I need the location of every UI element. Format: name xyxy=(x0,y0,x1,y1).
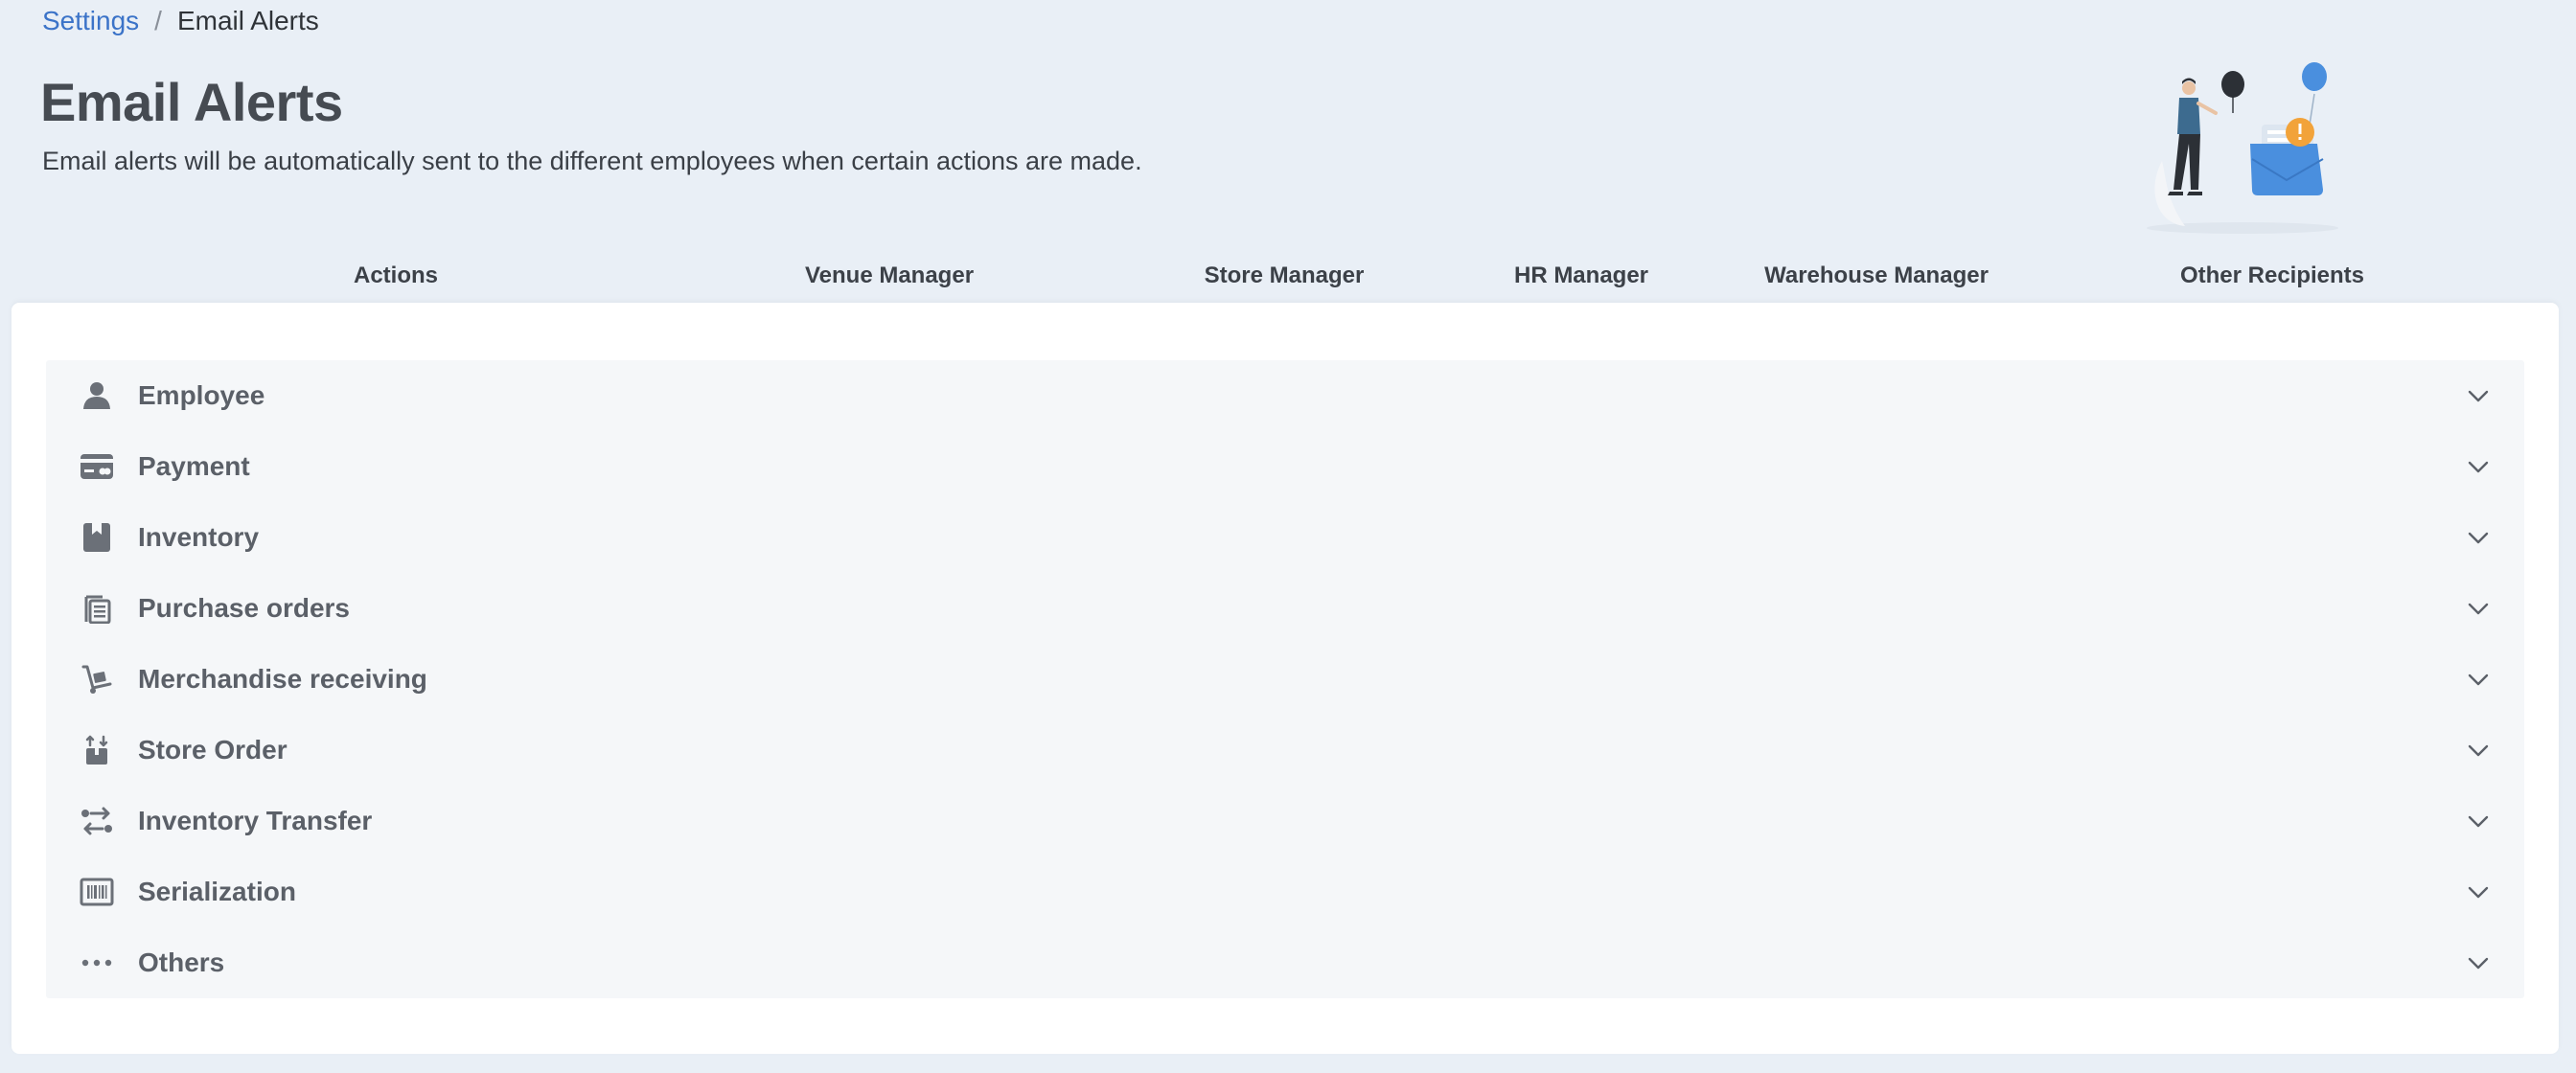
column-headers: Actions Venue Manager Store Manager HR M… xyxy=(0,259,2576,297)
accordion-label: Merchandise receiving xyxy=(138,664,427,694)
column-actions[interactable]: Actions xyxy=(354,259,438,293)
accordion-label: Serialization xyxy=(138,877,296,906)
documents-icon xyxy=(79,593,115,624)
chevron-down-icon xyxy=(2468,815,2489,828)
accordion-inventory[interactable]: Inventory xyxy=(46,502,2524,573)
column-other-recipients[interactable]: Other Recipients xyxy=(2180,259,2364,293)
chevron-down-icon xyxy=(2468,603,2489,615)
barcode-icon xyxy=(79,877,115,907)
column-hr-manager[interactable]: HR Manager xyxy=(1514,259,1648,293)
more-dots-icon xyxy=(79,947,115,978)
credit-card-icon xyxy=(79,451,115,482)
accordion-merchandise-receiving[interactable]: Merchandise receiving xyxy=(46,644,2524,715)
column-warehouse-manager[interactable]: Warehouse Manager xyxy=(1764,259,1989,293)
column-store-manager[interactable]: Store Manager xyxy=(1205,259,1365,293)
accordion-serialization[interactable]: Serialization xyxy=(46,856,2524,927)
page-title: Email Alerts xyxy=(40,72,343,132)
chevron-down-icon xyxy=(2468,886,2489,899)
accordion-label: Store Order xyxy=(138,735,288,765)
accordion-inventory-transfer[interactable]: Inventory Transfer xyxy=(46,786,2524,856)
accordion-payment[interactable]: Payment xyxy=(46,431,2524,502)
person-icon xyxy=(79,380,115,411)
transfer-arrows-icon xyxy=(79,806,115,836)
chevron-down-icon xyxy=(2468,957,2489,970)
chevron-down-icon xyxy=(2468,532,2489,544)
accordion-label: Employee xyxy=(138,380,265,410)
accordion-employee[interactable]: Employee xyxy=(46,360,2524,431)
breadcrumb-current: Email Alerts xyxy=(176,6,319,35)
package-arrow-icon xyxy=(79,735,115,765)
accordion-purchase-orders[interactable]: Purchase orders xyxy=(46,573,2524,644)
box-icon xyxy=(79,522,115,553)
accordion-label: Others xyxy=(138,947,225,977)
chevron-down-icon xyxy=(2468,390,2489,402)
accordion-label: Inventory Transfer xyxy=(138,806,373,835)
breadcrumb-separator: / xyxy=(154,6,162,35)
breadcrumb-settings-link[interactable]: Settings xyxy=(42,4,139,38)
accordion-store-order[interactable]: Store Order xyxy=(46,715,2524,786)
alerts-accordion: Employee Payment Inventory Purchase orde… xyxy=(46,360,2524,998)
chevron-down-icon xyxy=(2468,673,2489,686)
alerts-card: Employee Payment Inventory Purchase orde… xyxy=(12,303,2559,1054)
page-subtitle: Email alerts will be automatically sent … xyxy=(42,147,1142,175)
hand-truck-icon xyxy=(79,664,115,695)
accordion-label: Purchase orders xyxy=(138,593,350,623)
accordion-label: Inventory xyxy=(138,522,260,552)
email-alert-illustration xyxy=(2147,62,2338,234)
accordion-others[interactable]: Others xyxy=(46,927,2524,998)
chevron-down-icon xyxy=(2468,461,2489,473)
column-venue-manager[interactable]: Venue Manager xyxy=(805,259,974,293)
accordion-label: Payment xyxy=(138,451,250,481)
chevron-down-icon xyxy=(2468,744,2489,757)
breadcrumb: Settings / Email Alerts xyxy=(42,4,319,38)
